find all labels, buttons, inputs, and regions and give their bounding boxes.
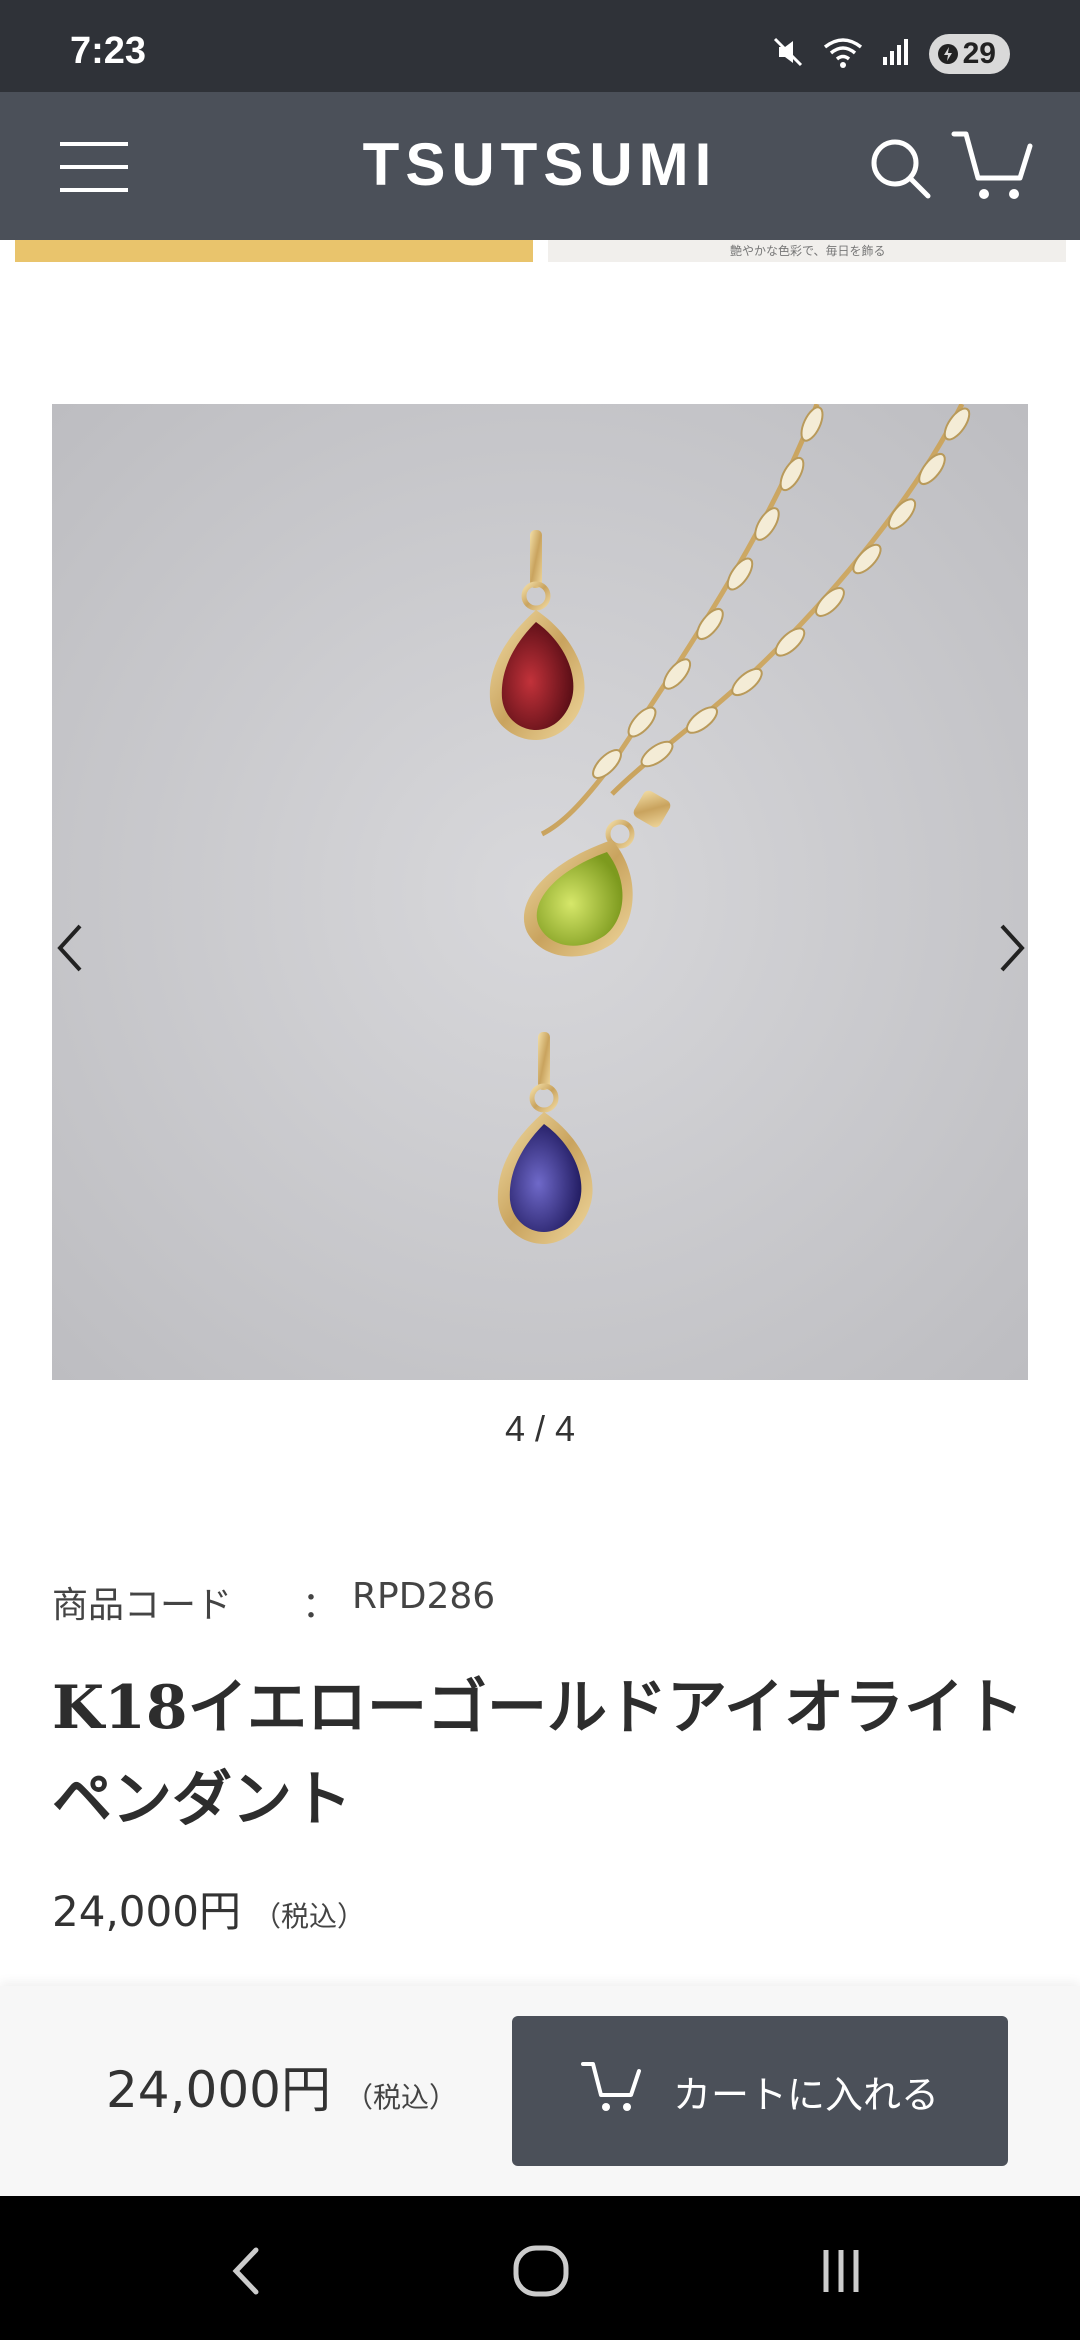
- system-nav-bar: [0, 2196, 1080, 2340]
- home-icon[interactable]: [506, 2236, 576, 2306]
- product-title: K18イエローゴールドアイオライトペンダント: [52, 1673, 1025, 1835]
- gallery-pager: 4 / 4: [504, 1408, 576, 1449]
- product-code-label: 商品コード: [52, 1585, 233, 1626]
- purchase-bar: 24,000円 （税込） カートに入れる: [0, 1986, 1080, 2196]
- back-icon[interactable]: [212, 2236, 282, 2306]
- cart-icon[interactable]: [950, 128, 1034, 204]
- status-time: 7:23: [70, 30, 147, 72]
- product-price-row: 24,000円 （税込）: [52, 1878, 365, 1939]
- product-code-row: 商品コード ： RPD286: [52, 1576, 495, 1628]
- add-to-cart-button[interactable]: カートに入れる: [512, 2016, 1008, 2166]
- recents-icon[interactable]: [806, 2236, 876, 2306]
- app-header: TSUTSUMI: [0, 92, 1080, 240]
- mute-icon: [771, 35, 805, 73]
- product-code-separator: ：: [302, 1585, 339, 1626]
- product-code-value: RPD286: [352, 1576, 496, 1617]
- product-image[interactable]: [52, 404, 1028, 1380]
- search-icon[interactable]: [868, 136, 934, 202]
- cart-icon: [580, 2059, 643, 2124]
- purchase-bar-tax: （税込）: [344, 2081, 457, 2114]
- purchase-bar-price-row: 24,000円 （税込）: [106, 2050, 457, 2122]
- product-price: 24,000円: [52, 1887, 241, 1936]
- signal-icon: [881, 37, 911, 71]
- battery-icon: 29: [928, 34, 1010, 74]
- wifi-icon: [823, 35, 863, 73]
- product-tax-note: （税込）: [252, 1900, 365, 1933]
- status-icons: 29: [771, 34, 1010, 74]
- banner-left[interactable]: [15, 240, 533, 262]
- status-bar: 7:23 29: [0, 0, 1080, 92]
- add-to-cart-label: カートに入れる: [672, 2072, 939, 2117]
- chevron-left-icon[interactable]: [46, 920, 96, 976]
- chevron-right-icon[interactable]: [986, 920, 1036, 976]
- battery-level: 29: [962, 37, 996, 70]
- purchase-bar-price: 24,000円: [106, 2061, 331, 2119]
- banner-right-text: 艶やかな色彩で、毎日を飾る: [730, 244, 886, 258]
